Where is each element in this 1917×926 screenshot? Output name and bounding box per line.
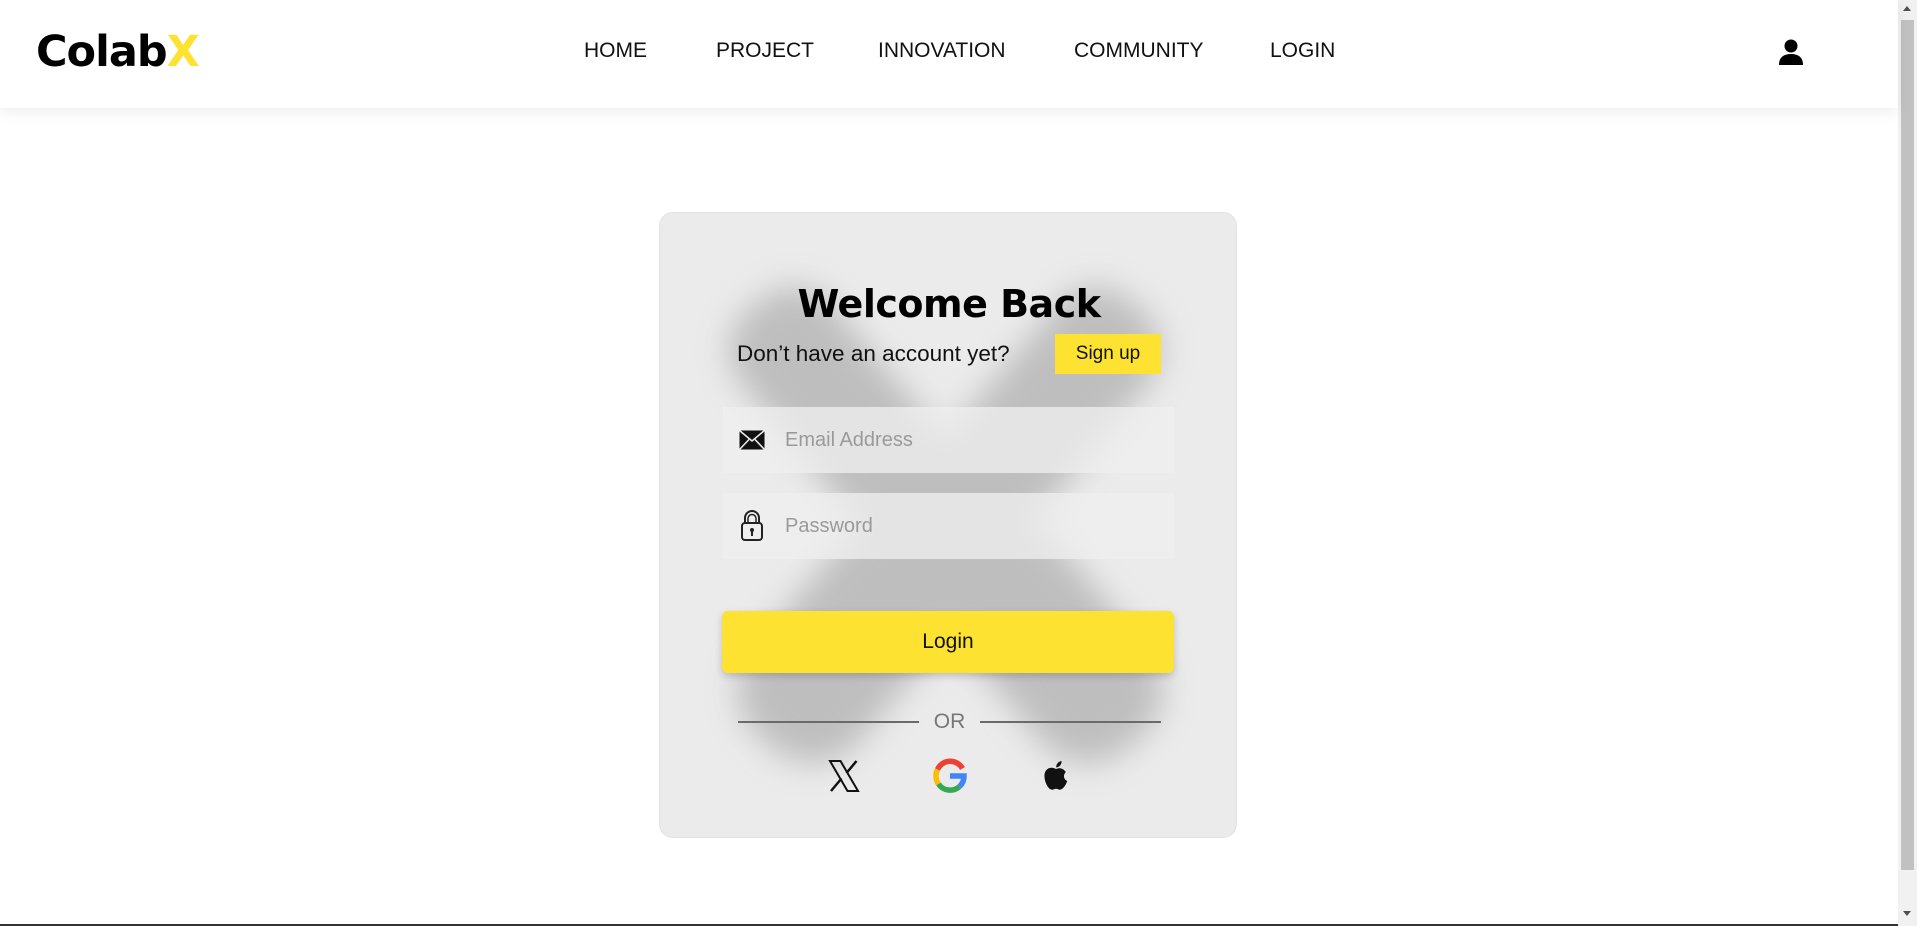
scroll-down-arrow-icon[interactable] xyxy=(1903,911,1911,916)
x-login-button[interactable] xyxy=(826,758,862,794)
lock-icon xyxy=(741,510,763,541)
password-input[interactable] xyxy=(785,493,1165,559)
brand-accent-letter: X xyxy=(166,27,200,77)
x-icon xyxy=(828,760,860,792)
envelope-icon xyxy=(738,429,766,451)
login-card: Welcome Back Don’t have an account yet? … xyxy=(659,212,1237,838)
welcome-title: Welcome Back xyxy=(797,282,1102,326)
email-input[interactable] xyxy=(785,407,1165,473)
nav-innovation[interactable]: INNOVATION xyxy=(878,36,1006,66)
password-field[interactable] xyxy=(723,493,1174,559)
user-icon[interactable] xyxy=(1778,38,1804,66)
login-button[interactable]: Login xyxy=(722,611,1174,673)
divider-line-right xyxy=(980,721,1161,723)
brand-name: Colab xyxy=(36,27,168,77)
email-field[interactable] xyxy=(723,407,1174,473)
apple-icon xyxy=(1044,761,1068,790)
signup-button[interactable]: Sign up xyxy=(1055,334,1161,374)
google-icon xyxy=(933,758,967,793)
nav-community[interactable]: COMMUNITY xyxy=(1074,36,1204,66)
brand-logo[interactable]: ColabX xyxy=(36,26,200,78)
divider-line-left xyxy=(738,721,919,723)
or-divider-label: OR xyxy=(933,710,966,733)
apple-login-button[interactable] xyxy=(1038,758,1074,794)
scroll-up-arrow-icon[interactable] xyxy=(1903,6,1911,11)
scroll-thumb[interactable] xyxy=(1901,20,1914,870)
top-navbar: ColabX HOME PROJECT INNOVATION COMMUNITY… xyxy=(0,0,1898,108)
signup-prompt: Don’t have an account yet? xyxy=(737,341,1010,366)
nav-project[interactable]: PROJECT xyxy=(716,36,814,66)
vertical-scrollbar[interactable] xyxy=(1898,0,1917,926)
google-login-button[interactable] xyxy=(932,758,968,794)
nav-login[interactable]: LOGIN xyxy=(1270,36,1335,66)
nav-home[interactable]: HOME xyxy=(584,36,647,66)
